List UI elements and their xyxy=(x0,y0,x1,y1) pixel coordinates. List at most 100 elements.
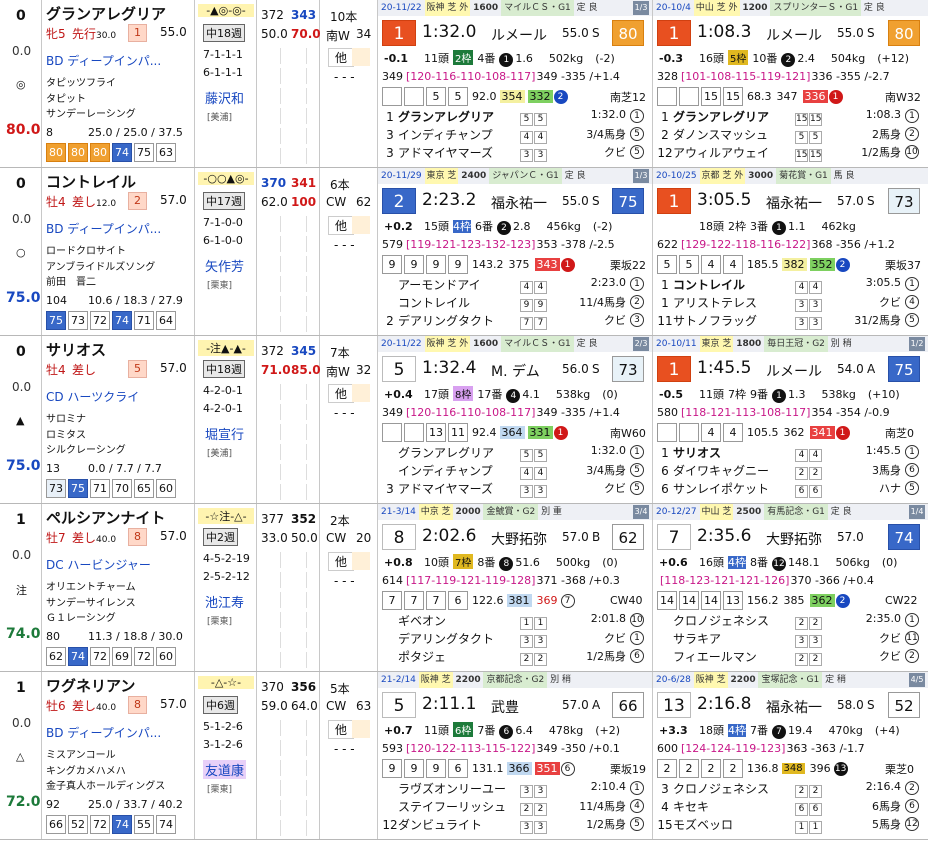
past-race-1[interactable]: 21-2/14 阪神 芝 2200 京都記念・G2 別 稍 5 2:11.1 武豊 57… xyxy=(378,672,653,839)
result-horse-name[interactable]: ギベオン xyxy=(398,612,520,629)
jockey[interactable]: ルメール xyxy=(766,361,822,381)
horse-row[interactable]: 0 0.0 ▲ 75.0 サリオス 牡4 差し 5 57.0 CD ハーツクライ サロミナ ロミタスシ… xyxy=(0,336,928,504)
horse-name[interactable]: コントレイル xyxy=(46,171,136,192)
sire-link[interactable]: BD ディープインパ... xyxy=(46,724,161,741)
result-row[interactable]: 1 サリオス 4 4 1:45.5 1 xyxy=(657,444,923,462)
trainer-name[interactable]: 矢作芳 xyxy=(203,256,246,275)
horse-row[interactable]: 0 0.0 ○ 75.0 コントレイル 牡4 差し12.0 2 57.0 BD ディープインパ..… xyxy=(0,168,928,336)
past-race-2[interactable]: 20-12/27 中山 芝 2500 有馬記念・G1 定 良 1/4 7 2:35.6… xyxy=(653,504,928,671)
result-horse-name[interactable]: アリストテレス xyxy=(673,294,795,311)
result-horse-name[interactable]: コントレイル xyxy=(398,294,520,311)
sire-link[interactable]: BD ディープインパ... xyxy=(46,52,161,69)
result-horse-name[interactable]: デアリングタクト xyxy=(398,630,520,647)
sire-link[interactable]: DC ハービンジャー xyxy=(46,556,151,573)
horse-row[interactable]: 0 0.0 ◎ 80.0 グランアレグリア 牝5 先行30.0 1 55.0 BD ディープインパ… xyxy=(0,0,928,168)
trainer-name[interactable]: 池江寿 xyxy=(203,592,246,611)
result-horse-name[interactable]: コントレイル xyxy=(673,276,795,293)
horse-name[interactable]: ペルシアンナイト xyxy=(46,507,165,528)
result-row[interactable]: 12アウィルアウェイ 15 15 1/2馬身 10 xyxy=(657,144,923,162)
result-row[interactable]: 3 アドマイヤマーズ 3 3 クビ 5 xyxy=(382,480,648,498)
past-race-1[interactable]: 20-11/22 阪神 芝 外 1600 マイルＣＳ・G1 定 良 1/3 1 1:3… xyxy=(378,0,653,167)
result-row[interactable]: 1 アリストテレス 3 3 クビ 4 xyxy=(657,294,923,312)
past-race-2[interactable]: 20-10/4 中山 芝 外 1200 スプリンターＳ・G1 定 良 1 1:08.… xyxy=(653,0,928,167)
result-row[interactable]: デアリングタクト 3 3 クビ 1 xyxy=(382,630,648,648)
horse-row[interactable]: 1 0.0 注 74.0 ペルシアンナイト 牡7 差し40.0 8 57.0 DC ハービンジャー… xyxy=(0,504,928,672)
jockey[interactable]: M. デム xyxy=(491,361,540,381)
result-row[interactable]: 4 キセキ 6 6 6馬身 6 xyxy=(657,798,923,816)
sire-link[interactable]: BD ディープインパ... xyxy=(46,220,161,237)
result-row[interactable]: サラキア 3 3 クビ 11 xyxy=(657,630,923,648)
result-horse-name[interactable]: ダンビュライト xyxy=(398,816,520,833)
horse-name[interactable]: ワグネリアン xyxy=(46,675,135,696)
result-horse-name[interactable]: クロノジェネシス xyxy=(673,780,795,797)
result-horse-name[interactable]: ステイフーリッシュ xyxy=(398,798,520,815)
jockey[interactable]: 大野拓弥 xyxy=(491,529,547,549)
result-horse-name[interactable]: フィエールマン xyxy=(673,648,795,665)
result-row[interactable]: ラヴズオンリーユー 3 3 2:10.4 1 xyxy=(382,780,648,798)
jockey[interactable]: 武豊 xyxy=(491,697,519,717)
result-horse-name[interactable]: サンレイポケット xyxy=(673,480,795,497)
result-row[interactable]: 3 クロノジェネシス 2 2 2:16.4 2 xyxy=(657,780,923,798)
past-race-1[interactable]: 21-3/14 中京 芝 2000 金鯱賞・G2 別 重 3/4 8 2:02.6 大野… xyxy=(378,504,653,671)
past-race-2[interactable]: 20-10/11 東京 芝 1800 毎日王冠・G2 別 稍 1/2 1 1:45.5… xyxy=(653,336,928,503)
result-horse-name[interactable]: キセキ xyxy=(673,798,795,815)
result-horse-name[interactable]: ラヴズオンリーユー xyxy=(398,780,520,797)
result-row[interactable]: コントレイル 9 9 11/4馬身 2 xyxy=(382,294,648,312)
jockey[interactable]: 福永祐一 xyxy=(766,193,822,213)
result-row[interactable]: ステイフーリッシュ 2 2 11/4馬身 4 xyxy=(382,798,648,816)
result-horse-name[interactable]: アドマイヤマーズ xyxy=(398,144,520,161)
jockey[interactable]: 福永祐一 xyxy=(766,697,822,717)
result-horse-name[interactable]: サトノフラッグ xyxy=(673,312,795,329)
result-horse-name[interactable]: アドマイヤマーズ xyxy=(398,480,520,497)
horse-row[interactable]: 1 0.0 △ 72.0 ワグネリアン 牡6 差し40.0 8 57.0 BD ディープインパ..… xyxy=(0,672,928,840)
result-horse-name[interactable]: グランアレグリア xyxy=(673,108,795,125)
result-row[interactable]: 2 ダノンスマッシュ 5 5 2馬身 2 xyxy=(657,126,923,144)
result-row[interactable]: アーモンドアイ 4 4 2:23.0 1 xyxy=(382,276,648,294)
past-race-1[interactable]: 20-11/29 東京 芝 2400 ジャパンＣ・G1 定 良 1/3 2 2:23.… xyxy=(378,168,653,335)
result-row[interactable]: 3 アドマイヤマーズ 3 3 クビ 5 xyxy=(382,144,648,162)
horse-name[interactable]: サリオス xyxy=(46,339,106,360)
result-row[interactable]: 12ダンビュライト 3 3 1/2馬身 5 xyxy=(382,816,648,834)
result-horse-name[interactable]: インディチャンプ xyxy=(398,126,520,143)
trainer-name[interactable]: 友道康 xyxy=(203,760,247,779)
result-horse-name[interactable]: デアリングタクト xyxy=(398,312,520,329)
result-horse-name[interactable]: サラキア xyxy=(673,630,795,647)
result-row[interactable]: 1 グランアレグリア 5 5 1:32.0 1 xyxy=(382,108,648,126)
result-row[interactable]: インディチャンプ 4 4 3/4馬身 5 xyxy=(382,462,648,480)
trainer-name[interactable]: 堀宣行 xyxy=(203,424,246,443)
sire-link[interactable]: CD ハーツクライ xyxy=(46,388,139,405)
result-row[interactable]: 2 デアリングタクト 7 7 クビ 3 xyxy=(382,312,648,330)
result-row[interactable]: 6 サンレイポケット 6 6 ハナ 5 xyxy=(657,480,923,498)
trainer-name[interactable]: 藤沢和 xyxy=(203,88,246,107)
result-horse-name[interactable]: インディチャンプ xyxy=(398,462,520,479)
result-horse-name[interactable]: ダノンスマッシュ xyxy=(673,126,795,143)
horse-name[interactable]: グランアレグリア xyxy=(46,3,166,24)
result-row[interactable]: フィエールマン 2 2 クビ 2 xyxy=(657,648,923,666)
jockey[interactable]: ルメール xyxy=(766,25,822,45)
result-horse-name[interactable]: アウィルアウェイ xyxy=(673,144,795,161)
result-horse-name[interactable]: グランアレグリア xyxy=(398,444,520,461)
result-row[interactable]: クロノジェネシス 2 2 2:35.0 1 xyxy=(657,612,923,630)
jockey[interactable]: 福永祐一 xyxy=(491,193,547,213)
past-race-2[interactable]: 20-6/28 阪神 芝 2200 宝塚記念・G1 定 稍 4/5 13 2:16.8… xyxy=(653,672,928,839)
result-row[interactable]: ギベオン 1 1 2:01.8 10 xyxy=(382,612,648,630)
past-race-1[interactable]: 20-11/22 阪神 芝 外 1600 マイルＣＳ・G1 定 良 2/3 5 1:3… xyxy=(378,336,653,503)
result-row[interactable]: グランアレグリア 5 5 1:32.0 1 xyxy=(382,444,648,462)
jockey[interactable]: ルメール xyxy=(491,25,547,45)
result-horse-name[interactable]: モズベッロ xyxy=(673,816,795,833)
jockey[interactable]: 大野拓弥 xyxy=(766,529,822,549)
result-row[interactable]: 1 グランアレグリア 15 15 1:08.3 1 xyxy=(657,108,923,126)
result-row[interactable]: 3 インディチャンプ 4 4 3/4馬身 5 xyxy=(382,126,648,144)
result-row[interactable]: 6 ダイワキャグニー 2 2 3馬身 6 xyxy=(657,462,923,480)
result-horse-name[interactable]: グランアレグリア xyxy=(398,108,520,125)
result-row[interactable]: ポタジェ 2 2 1/2馬身 6 xyxy=(382,648,648,666)
result-horse-name[interactable]: ポタジェ xyxy=(398,648,520,665)
result-horse-name[interactable]: サリオス xyxy=(673,444,795,461)
result-horse-name[interactable]: ダイワキャグニー xyxy=(673,462,795,479)
result-row[interactable]: 11サトノフラッグ 3 3 31/2馬身 5 xyxy=(657,312,923,330)
result-row[interactable]: 1 コントレイル 4 4 3:05.5 1 xyxy=(657,276,923,294)
result-horse-name[interactable]: アーモンドアイ xyxy=(398,276,520,293)
past-race-2[interactable]: 20-10/25 京都 芝 外 3000 菊花賞・G1 馬 良 1 3:05.5 福永… xyxy=(653,168,928,335)
result-horse-name[interactable]: クロノジェネシス xyxy=(673,612,795,629)
result-row[interactable]: 15モズベッロ 1 1 5馬身 12 xyxy=(657,816,923,834)
